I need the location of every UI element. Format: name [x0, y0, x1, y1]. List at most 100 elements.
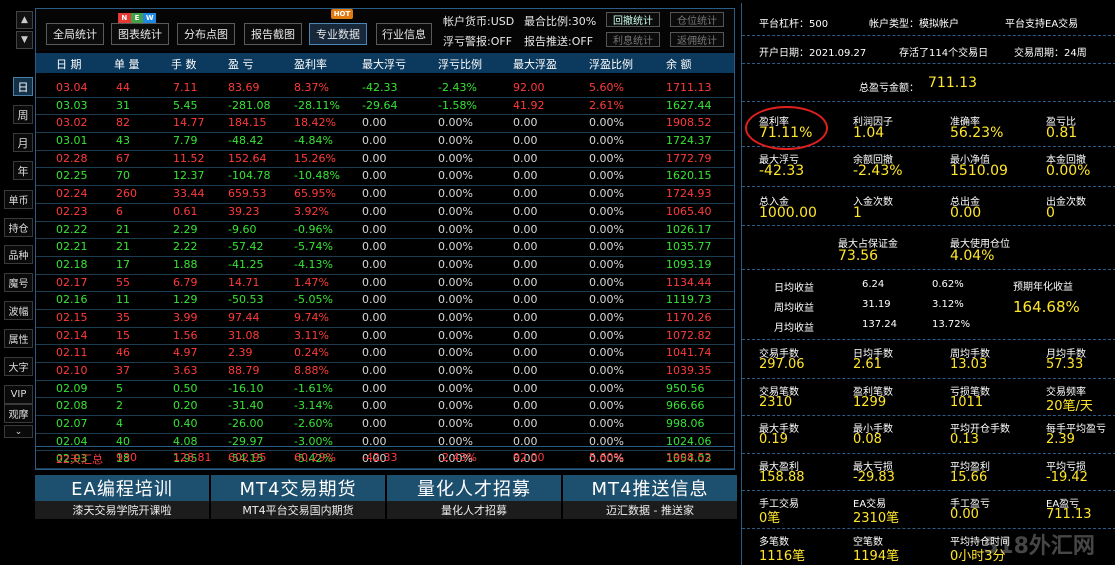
col-float-profit-pct[interactable]: 浮盈比例 [589, 56, 633, 72]
side-range-button[interactable]: 波幅 [4, 301, 33, 320]
col-float-loss-pct[interactable]: 浮亏比例 [438, 56, 482, 72]
table-cell: 2 [116, 399, 123, 413]
daily-stats-panel: N E W HOT 全局统计 图表统计 分布点图 报告截图 专业数据 行业信息 … [35, 8, 735, 470]
table-cell: 02.10 [56, 364, 88, 377]
side-attributes-button[interactable]: 属性 [4, 329, 33, 348]
table-row[interactable]: 02.18 17 1.88 -41.25 -4.13% 0.00 0.00% 0.00 0.00… [36, 257, 734, 275]
table-cell: 0.00 [362, 364, 387, 377]
chart-stats-button[interactable]: 图表统计 [111, 23, 169, 45]
total-pl-label: 总盈亏金额： [859, 83, 919, 94]
table-row[interactable]: 02.11 46 4.97 2.39 0.24% 0.00 0.00% 0.00 0.00% 10… [36, 345, 734, 363]
table-cell: 33.44 [173, 187, 205, 201]
max-margin-value: 73.56 [838, 248, 879, 264]
metric-value: -2.43% [853, 163, 903, 179]
col-balance[interactable]: 余 额 [666, 56, 692, 72]
position-stats-button[interactable]: 仓位统计 [670, 12, 724, 27]
metric-value: 1.04 [853, 125, 885, 141]
table-row[interactable]: 02.25 70 12.37 -104.78 -10.48% 0.00 0.00% 0.00 0… [36, 168, 734, 187]
table-cell: 15.26% [294, 151, 336, 165]
table-cell: 0.00 [513, 293, 538, 307]
annual-return-label: 预期年化收益 [1013, 282, 1073, 293]
table-cell: 0.00 [362, 134, 387, 148]
col-pl[interactable]: 盈 亏 [228, 56, 254, 72]
table-cell: 0.00% [438, 399, 473, 413]
table-cell: 3.92% [294, 204, 329, 218]
metric-value: 0.81 [1046, 125, 1078, 141]
table-cell: 88.79 [228, 364, 260, 377]
table-cell: 21 [116, 222, 130, 236]
table-row[interactable]: 02.08 2 0.20 -31.40 -3.14% 0.00 0.00% 0.00 0.00%… [36, 398, 734, 417]
table-row[interactable]: 02.22 21 2.29 -9.60 -0.96% 0.00 0.00% 0.00 0.00%… [36, 222, 734, 240]
col-max-float-loss[interactable]: 最大浮亏 [362, 56, 406, 72]
col-date[interactable]: 日 期 [56, 56, 82, 72]
table-row[interactable]: 02.16 11 1.29 -50.53 -5.05% 0.00 0.00% 0.00 0.00… [36, 292, 734, 310]
table-cell: 4 [116, 417, 123, 431]
banner-title: MT4交易期货 [211, 475, 385, 501]
period-year-button[interactable]: 年 [13, 161, 33, 180]
period-week-button[interactable]: 周 [13, 105, 33, 124]
table-cell: 2.61% [589, 98, 624, 112]
col-max-float-profit[interactable]: 最大浮盈 [513, 56, 557, 72]
metric-value: 0.13 [950, 432, 979, 447]
side-magic-button[interactable]: 魔号 [4, 273, 33, 292]
table-cell: 0.00 [362, 257, 387, 271]
banner-ea-training[interactable]: EA编程培训 漆天交易学院开课啦 [35, 475, 209, 519]
collapse-icon[interactable]: ⌄ [4, 425, 33, 438]
table-cell: 7.11 [173, 81, 198, 94]
divider [742, 377, 1115, 379]
side-single-currency-button[interactable]: 单币 [4, 190, 33, 209]
table-cell: 0.24% [294, 346, 329, 360]
period-month-button[interactable]: 月 [13, 133, 33, 152]
side-observe-button[interactable]: 观摩 [4, 404, 33, 423]
table-cell: 1065.40 [666, 204, 712, 218]
drawdown-stats-button[interactable]: 回撤统计 [606, 12, 660, 27]
table-cell: -5.74% [294, 240, 333, 254]
summary-cell: 92.00 [513, 451, 545, 464]
summary-cell: 128.81 [173, 451, 212, 464]
table-row[interactable]: 02.07 4 0.40 -26.00 -2.60% 0.00 0.00% 0.00 0.00%… [36, 416, 734, 434]
table-row[interactable]: 03.01 43 7.79 -48.42 -4.84% 0.00 0.00% 0.00 0.00… [36, 133, 734, 151]
table-row[interactable]: 03.04 44 7.11 83.69 8.37% -42.33 -2.43% 92.00 5.… [36, 80, 734, 98]
table-cell: 0.00 [362, 293, 387, 307]
report-push[interactable]: 报告推送:OFF [524, 33, 593, 49]
rebate-stats-button[interactable]: 返佣统计 [670, 32, 724, 47]
banner-quant-recruit[interactable]: 量化人才招募 量化人才招募 [387, 475, 561, 519]
side-symbols-button[interactable]: 品种 [4, 245, 33, 264]
table-row[interactable]: 02.15 35 3.99 97.44 9.74% 0.00 0.00% 0.00 0.00% 1… [36, 310, 734, 328]
side-large-font-button[interactable]: 大字 [4, 357, 33, 376]
banner-mt4-futures[interactable]: MT4交易期货 MT4平台交易国内期货 [211, 475, 385, 519]
report-screenshot-button[interactable]: 报告截图 [244, 23, 302, 45]
table-cell: 0.00 [513, 187, 538, 201]
global-stats-button[interactable]: 全局统计 [46, 23, 104, 45]
side-vip-button[interactable]: VIP [4, 385, 33, 404]
table-cell: 0.00% [438, 222, 473, 236]
scroll-up-button[interactable]: ▲ [16, 11, 33, 29]
interest-stats-button[interactable]: 利息统计 [606, 32, 660, 47]
col-lots[interactable]: 手 数 [171, 56, 197, 72]
col-orders[interactable]: 单 量 [114, 56, 140, 72]
banner-mt4-push[interactable]: MT4推送信息 迈汇数据 - 推送家 [563, 475, 737, 519]
table-cell: 0.00% [589, 310, 624, 324]
float-loss-alert[interactable]: 浮亏警报:OFF [443, 33, 512, 49]
avg-pct: 0.62% [932, 279, 964, 290]
table-row[interactable]: 02.09 5 0.50 -16.10 -1.61% 0.00 0.00% 0.00 0.00%… [36, 381, 734, 399]
table-row[interactable]: 02.14 15 1.56 31.08 3.11% 0.00 0.00% 0.00 0.00% 1… [36, 328, 734, 346]
metric-value: 2.39 [1046, 432, 1075, 447]
table-row[interactable]: 02.28 67 11.52 152.64 15.26% 0.00 0.00% 0.00 0.0… [36, 151, 734, 169]
table-row[interactable]: 02.21 21 2.22 -57.42 -5.74% 0.00 0.00% 0.00 0.00… [36, 239, 734, 257]
table-cell: 1724.93 [666, 187, 712, 201]
table-row[interactable]: 02.24 260 33.44 659.53 65.95% 0.00 0.00% 0.00 0.… [36, 186, 734, 204]
pro-data-button[interactable]: 专业数据 [309, 23, 367, 45]
industry-info-button[interactable]: 行业信息 [376, 23, 432, 45]
col-profit-rate[interactable]: 盈利率 [294, 56, 327, 72]
table-row[interactable]: 02.17 55 6.79 14.71 1.47% 0.00 0.00% 0.00 0.00% 1… [36, 275, 734, 293]
side-positions-button[interactable]: 持仓 [4, 218, 33, 237]
table-row[interactable]: 02.10 37 3.63 88.79 8.88% 0.00 0.00% 0.00 0.00% 1… [36, 363, 734, 381]
period-day-button[interactable]: 日 [13, 77, 33, 96]
avg-amount: 6.24 [862, 279, 885, 290]
scroll-down-button[interactable]: ▼ [16, 31, 33, 49]
table-row[interactable]: 03.02 82 14.77 184.15 18.42% 0.00 0.00% 0.00 0.0… [36, 115, 734, 134]
table-row[interactable]: 03.03 31 5.45 -281.08 -28.11% -29.64 -1.58% 41.… [36, 98, 734, 116]
distribution-chart-button[interactable]: 分布点图 [177, 23, 235, 45]
table-row[interactable]: 02.23 6 0.61 39.23 3.92% 0.00 0.00% 0.00 0.00% 10… [36, 204, 734, 222]
